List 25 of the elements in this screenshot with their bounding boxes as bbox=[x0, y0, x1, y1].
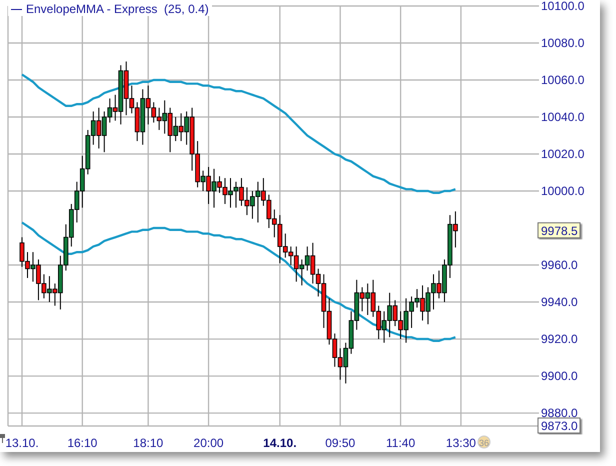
timer-icon: 36 bbox=[478, 436, 490, 448]
low-price-tag: 9873.0 bbox=[538, 418, 580, 434]
y-axis-label: 9880.0 bbox=[541, 406, 578, 420]
y-axis-label: 10020.0 bbox=[541, 147, 584, 162]
x-axis-label: 16:10 bbox=[67, 436, 98, 450]
last-price-tag: 9978.5 bbox=[538, 222, 580, 238]
y-axis-label: 9960.0 bbox=[541, 258, 578, 272]
y-axis-label: 9920.0 bbox=[541, 332, 578, 346]
legend-line-icon bbox=[11, 8, 22, 10]
y-axis-label: 9900.0 bbox=[541, 369, 578, 384]
x-axis-label: 20:00 bbox=[194, 436, 224, 450]
pin-icon bbox=[0, 434, 5, 444]
y-axis-label: 10040.0 bbox=[541, 110, 584, 124]
x-axis-label: 09:50 bbox=[325, 436, 356, 450]
x-axis-label: 13:30 bbox=[446, 436, 476, 450]
y-axis-label: 10080.0 bbox=[541, 36, 584, 50]
x-axis-label: 13.10. bbox=[5, 436, 39, 450]
y-axis-label: 10100.0 bbox=[541, 0, 584, 13]
x-axis-label: 14.10. bbox=[263, 436, 297, 450]
y-axis-label: 9940.0 bbox=[541, 295, 578, 310]
legend-text: EnvelopeMMA - Express (25, 0.4) bbox=[26, 2, 209, 16]
x-axis-label: 18:10 bbox=[133, 436, 164, 450]
x-axis-label: 11:40 bbox=[386, 436, 416, 450]
y-axis-label: 10060.0 bbox=[541, 73, 584, 87]
y-axis-label: 10000.0 bbox=[541, 184, 584, 198]
